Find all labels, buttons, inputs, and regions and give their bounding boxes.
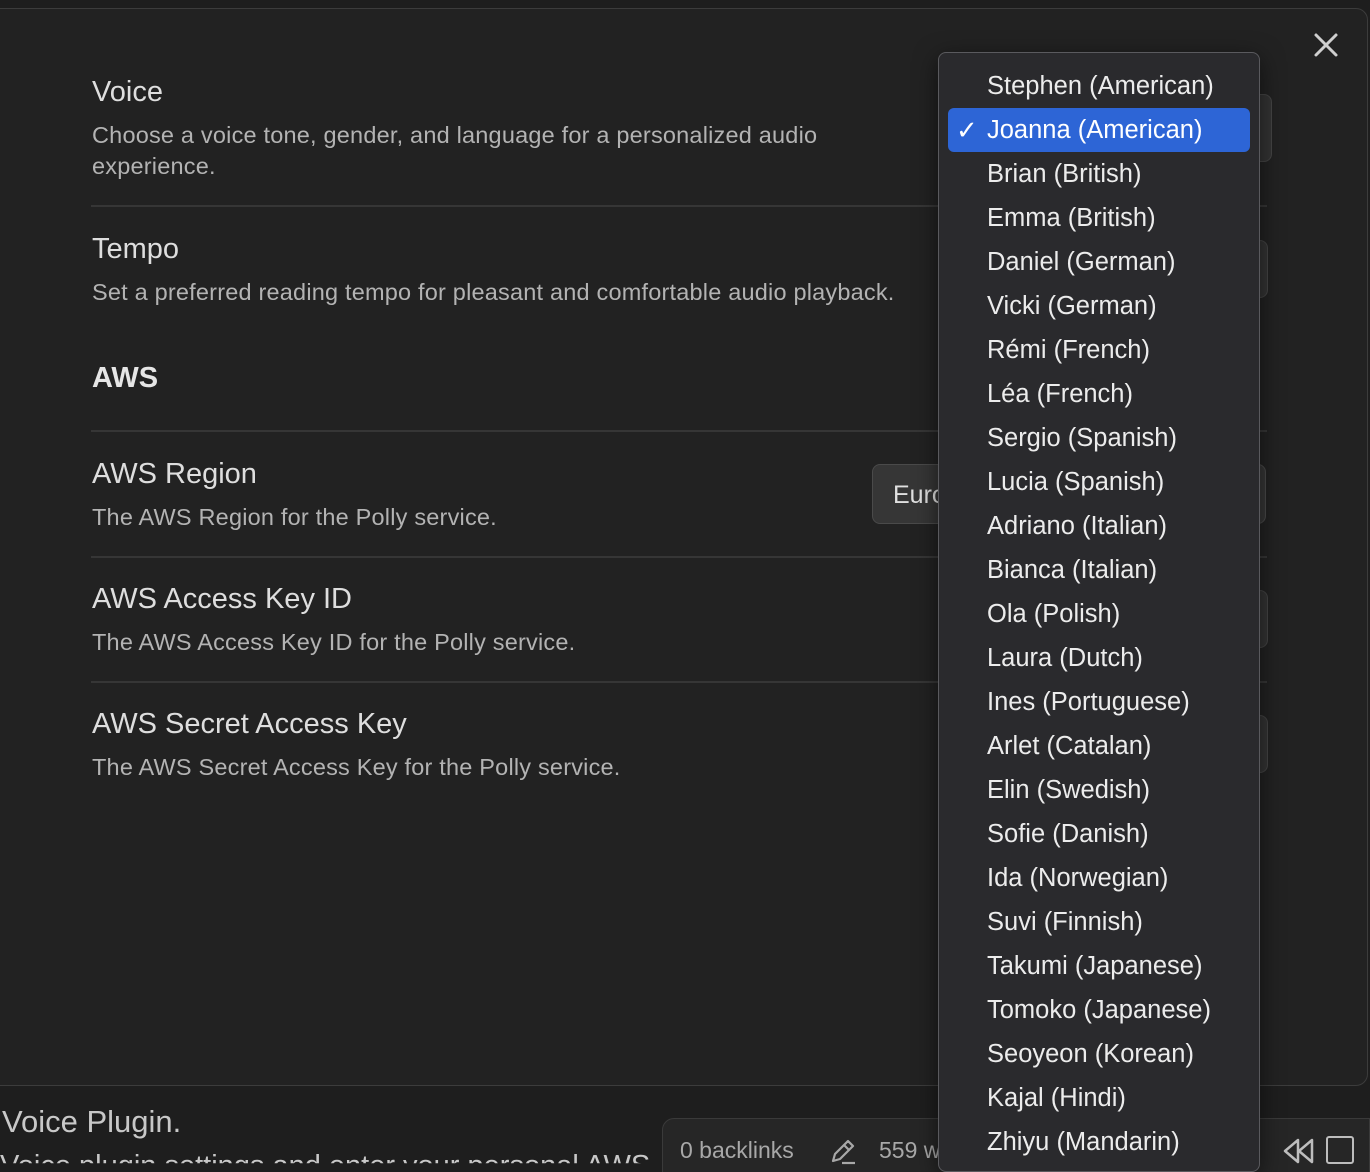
aws-access-key-description: The AWS Access Key ID for the Polly serv…	[92, 629, 576, 655]
voice-option[interactable]: Laura (Dutch)	[948, 636, 1250, 680]
voice-option-label: Ines (Portuguese)	[987, 688, 1190, 716]
voice-option[interactable]: Vicki (German)	[948, 284, 1250, 328]
voice-option[interactable]: Ola (Polish)	[948, 592, 1250, 636]
voice-option-label: Ida (Norwegian)	[987, 864, 1169, 892]
voice-option-label: Tomoko (Japanese)	[987, 996, 1211, 1024]
voice-option[interactable]: Léa (French)	[948, 372, 1250, 416]
voice-option-label: Seoyeon (Korean)	[987, 1040, 1194, 1068]
voice-option[interactable]: Kajal (Hindi)	[948, 1076, 1250, 1120]
close-icon[interactable]	[1311, 30, 1341, 60]
voice-setting-description: Choose a voice tone, gender, and languag…	[92, 122, 818, 179]
status-backlinks[interactable]: 0 backlinks	[680, 1137, 794, 1164]
pencil-icon[interactable]	[828, 1136, 858, 1166]
aws-region-title: AWS Region	[92, 458, 257, 490]
voice-option-label: Joanna (American)	[987, 116, 1203, 144]
voice-option-label: Daniel (German)	[987, 248, 1176, 276]
voice-option[interactable]: Takumi (Japanese)	[948, 944, 1250, 988]
status-word-count: 559 words	[879, 1137, 939, 1163]
voice-option-label: Léa (French)	[987, 380, 1133, 408]
voice-option-label: Stephen (American)	[987, 72, 1214, 100]
voice-setting-title: Voice	[92, 76, 163, 108]
voice-option-label: Sofie (Danish)	[987, 820, 1149, 848]
voice-option-label: Bianca (Italian)	[987, 556, 1158, 584]
voice-option-label: Sergio (Spanish)	[987, 424, 1177, 452]
voice-option[interactable]: Rémi (French)	[948, 328, 1250, 372]
rewind-icon[interactable]	[1282, 1136, 1316, 1166]
voice-option-label: Kajal (Hindi)	[987, 1084, 1126, 1112]
voice-option-label: Arlet (Catalan)	[987, 732, 1152, 760]
voice-option-label: Laura (Dutch)	[987, 644, 1143, 672]
voice-option[interactable]: Daniel (German)	[948, 240, 1250, 284]
voice-option[interactable]: Bianca (Italian)	[948, 548, 1250, 592]
voice-option[interactable]: Suvi (Finnish)	[948, 900, 1250, 944]
aws-section-heading: AWS	[92, 362, 159, 394]
voice-option-label: Adriano (Italian)	[987, 512, 1168, 540]
voice-option[interactable]: Lucia (Spanish)	[948, 460, 1250, 504]
voice-option[interactable]: Sergio (Spanish)	[948, 416, 1250, 460]
voice-option[interactable]: Seoyeon (Korean)	[948, 1032, 1250, 1076]
aws-secret-key-title: AWS Secret Access Key	[92, 708, 407, 740]
voice-option[interactable]: Elin (Swedish)	[948, 768, 1250, 812]
voice-option-label: Elin (Swedish)	[987, 776, 1150, 804]
tempo-setting-title: Tempo	[92, 233, 180, 265]
voice-option[interactable]: Adriano (Italian)	[948, 504, 1250, 548]
voice-option[interactable]: Ines (Portuguese)	[948, 680, 1250, 724]
stop-icon[interactable]	[1326, 1136, 1354, 1164]
voice-option-label: Zhiyu (Mandarin)	[987, 1128, 1180, 1156]
checkmark-icon: ✓	[956, 115, 978, 145]
voice-option-selected[interactable]: ✓ Joanna (American)	[948, 108, 1250, 152]
voice-option[interactable]: Tomoko (Japanese)	[948, 988, 1250, 1032]
aws-access-key-title: AWS Access Key ID	[92, 583, 352, 615]
voice-option-label: Ola (Polish)	[987, 600, 1121, 628]
voice-option-label: Lucia (Spanish)	[987, 468, 1165, 496]
voice-option[interactable]: Ida (Norwegian)	[948, 856, 1250, 900]
aws-secret-key-description: The AWS Secret Access Key for the Polly …	[92, 754, 621, 780]
voice-option-label: Emma (British)	[987, 204, 1156, 232]
voice-option[interactable]: Brian (British)	[948, 152, 1250, 196]
voice-option[interactable]: Zhiyu (Mandarin)	[948, 1120, 1250, 1164]
voice-option-label: Rémi (French)	[987, 336, 1150, 364]
voice-option[interactable]: Stephen (American)	[948, 64, 1250, 108]
aws-region-description: The AWS Region for the Polly service.	[92, 504, 497, 530]
voice-option-label: Suvi (Finnish)	[987, 908, 1143, 936]
voice-dropdown-menu: Stephen (American) ✓ Joanna (American) Bria…	[938, 52, 1260, 1172]
voice-option-label: Brian (British)	[987, 160, 1142, 188]
voice-option-label: Vicki (German)	[987, 292, 1157, 320]
voice-option[interactable]: Sofie (Danish)	[948, 812, 1250, 856]
editor-text-line: Voice Plugin.	[2, 1104, 182, 1139]
tempo-setting-description: Set a preferred reading tempo for pleasa…	[92, 279, 895, 305]
voice-option-label: Takumi (Japanese)	[987, 952, 1203, 980]
voice-option[interactable]: Arlet (Catalan)	[948, 724, 1250, 768]
voice-option[interactable]: Emma (British)	[948, 196, 1250, 240]
